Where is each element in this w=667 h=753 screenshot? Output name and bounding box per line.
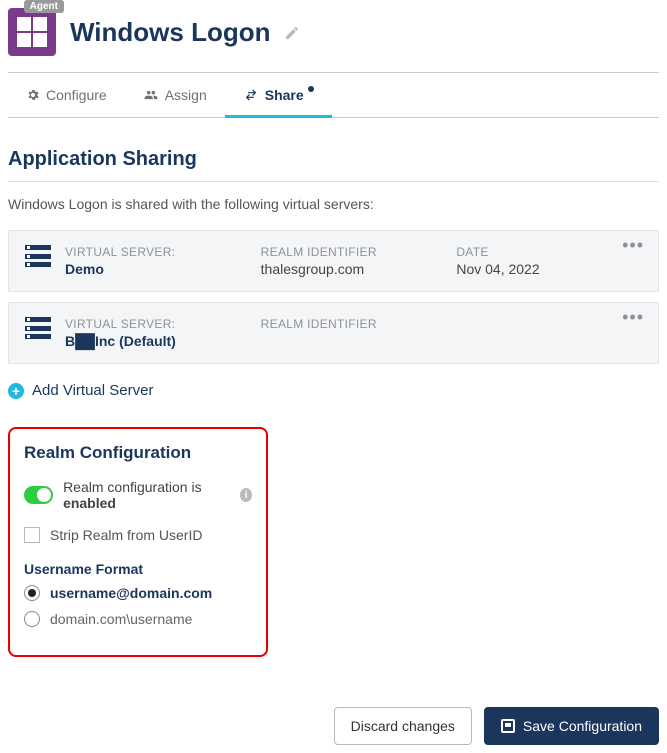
tab-indicator-dot [308,86,314,92]
server-realm: thalesgroup.com [261,261,447,277]
more-icon[interactable]: ••• [622,241,644,250]
tab-share[interactable]: Share [225,73,332,117]
sharing-intro: Windows Logon is shared with the followi… [8,196,659,212]
page-header: Agent Windows Logon [8,8,659,73]
more-icon[interactable]: ••• [622,313,644,322]
add-virtual-server-link[interactable]: + Add Virtual Server [8,382,659,399]
radio-icon [24,611,40,627]
gear-icon [26,88,40,102]
plus-icon: + [8,383,24,399]
tab-bar: Configure Assign Share [8,73,659,118]
server-name: B██Inc (Default) [65,333,251,349]
server-date: Nov 04, 2022 [456,261,642,277]
info-icon[interactable]: i [240,488,252,502]
section-title-sharing: Application Sharing [8,148,659,171]
username-format-label: Username Format [24,561,252,577]
username-format-option-2[interactable]: domain.com\username [24,611,252,627]
share-icon [243,88,259,102]
col-label-realm: REALM IDENTIFIER [261,245,447,259]
footer-actions: Discard changes Save Configuration [8,707,659,745]
server-icon [25,245,51,267]
tab-assign[interactable]: Assign [125,73,225,117]
strip-realm-label: Strip Realm from UserID [50,527,202,543]
agent-badge: Agent [24,0,64,13]
col-label-virtual-server: VIRTUAL SERVER: [65,317,251,331]
save-icon [501,719,515,733]
radio-icon [24,585,40,601]
realm-config-box: Realm Configuration Realm configuration … [8,427,268,657]
save-button[interactable]: Save Configuration [484,707,659,745]
page-title: Windows Logon [70,17,300,48]
edit-icon[interactable] [284,17,300,47]
divider [8,181,659,182]
server-card: VIRTUAL SERVER: Demo REALM IDENTIFIER th… [8,230,659,292]
discard-button[interactable]: Discard changes [334,707,472,745]
realm-toggle-label: Realm configuration is enabled [63,479,230,511]
realm-enable-toggle[interactable] [24,486,53,504]
strip-realm-checkbox[interactable] [24,527,40,543]
col-label-virtual-server: VIRTUAL SERVER: [65,245,251,259]
server-icon [25,317,51,339]
col-label-date: DATE [456,245,642,259]
app-icon: Agent [8,8,56,56]
server-card: VIRTUAL SERVER: B██Inc (Default) REALM I… [8,302,659,364]
users-icon [143,88,159,102]
server-name: Demo [65,261,251,277]
tab-configure[interactable]: Configure [8,73,125,117]
username-format-option-1[interactable]: username@domain.com [24,585,252,601]
section-title-realm: Realm Configuration [24,443,252,463]
col-label-realm: REALM IDENTIFIER [261,317,447,331]
